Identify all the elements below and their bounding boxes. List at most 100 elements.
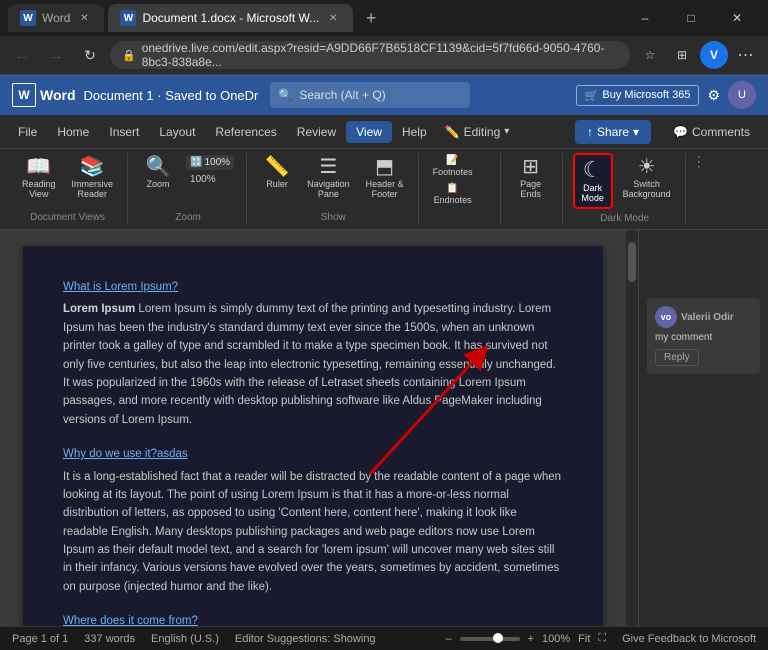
comments-button[interactable]: 💬 Comments [663,121,760,143]
ruler-icon: 📏 [265,157,290,177]
fullscreen-icon[interactable]: ⛶ [598,632,606,645]
endnotes-label: Endnotes [434,195,472,205]
zoom-value-button[interactable]: 100% [186,172,234,187]
dark-mode-group-label: Dark Mode [573,213,677,226]
switch-background-label: SwitchBackground [623,179,671,199]
tab-document[interactable]: W Document 1.docx - Microsoft W... ✕ [108,4,353,32]
tab-word[interactable]: W Word ✕ [8,4,104,32]
zoom-minus-button[interactable]: – [445,633,451,645]
search-box[interactable]: 🔍 Search (Alt + Q) [270,82,470,108]
zoom-100-label: 100% [205,157,231,168]
tab-file[interactable]: File [8,121,47,143]
footnotes-button[interactable]: 📝 Footnotes [429,153,477,179]
scrollbar-thumb[interactable] [628,242,636,282]
zoom-items: 🔍 Zoom 🔡 100% 100% [138,153,238,212]
show-items: 📏 Ruler ☰ NavigationPane ⬒ Header &Foote… [257,153,410,212]
doc-section-2: Why do we use it?asdas It is a long-esta… [63,445,563,596]
comment-text: my comment [655,332,752,343]
buy-icon: 🛒 [585,89,599,102]
page-ends-button[interactable]: ⊞ PageEnds [511,153,551,203]
page-movement-items: ⊞ PageEnds [511,153,551,223]
forward-button[interactable]: → [42,41,70,69]
navigation-pane-button[interactable]: ☰ NavigationPane [301,153,356,203]
ruler-button[interactable]: 📏 Ruler [257,153,297,193]
section3-title[interactable]: Where does it come from? [63,612,563,626]
tab-insert[interactable]: Insert [99,121,149,143]
immersive-reader-button[interactable]: 📚 ImmersiveReader [66,153,120,203]
switch-bg-icon: ☀ [638,157,656,177]
page-count: Page 1 of 1 [12,633,68,645]
address-bar: ← → ↻ 🔒 onedrive.live.com/edit.aspx?resi… [0,36,768,74]
minimize-button[interactable]: – [622,0,668,36]
word-logo-icon: W [12,83,36,107]
search-icon: 🔍 [278,88,293,102]
zoom-icon: 🔍 [146,157,171,177]
reload-button[interactable]: ↻ [76,41,104,69]
editing-chevron[interactable]: ▾ [504,126,509,137]
ribbon-group-show: 📏 Ruler ☰ NavigationPane ⬒ Header &Foote… [249,153,419,225]
section1-title[interactable]: What is Lorem Ipsum? [63,278,563,296]
ribbon-group-dark-mode: ☾ DarkMode ☀ SwitchBackground Dark Mode [565,153,686,225]
footnotes-label: Footnotes [433,167,473,177]
back-button[interactable]: ← [8,41,36,69]
more-button[interactable]: ⋯ [732,41,760,69]
profile-button[interactable]: V [700,41,728,69]
ribbon-content: 📖 ReadingView 📚 ImmersiveReader Document… [0,149,768,229]
avatar-button[interactable]: U [728,81,756,109]
dark-mode-label: DarkMode [581,183,604,203]
endnotes-button[interactable]: 📋 Endnotes [429,181,477,207]
tab-view[interactable]: View [346,121,392,143]
comments-icon: 💬 [673,125,688,139]
zoom-button[interactable]: 🔍 Zoom [138,153,178,193]
tab-references[interactable]: References [205,121,286,143]
tab-layout[interactable]: Layout [149,121,205,143]
settings-button[interactable]: ⚙ [707,87,720,104]
tab-document-close[interactable]: ✕ [325,10,341,26]
maximize-button[interactable]: □ [668,0,714,36]
section2-title[interactable]: Why do we use it?asdas [63,445,563,463]
reading-view-button[interactable]: 📖 ReadingView [16,153,62,203]
zoom-label: Zoom [138,212,238,225]
section1-body: Lorem Ipsum Lorem Ipsum is simply dummy … [63,300,563,429]
tab-word-close[interactable]: ✕ [76,10,92,26]
document-views-label: Document Views [16,212,119,225]
switch-background-button[interactable]: ☀ SwitchBackground [617,153,677,203]
doc-section-1: What is Lorem Ipsum? Lorem Ipsum Lorem I… [63,278,563,429]
header-footer-button[interactable]: ⬒ Header &Footer [360,153,410,203]
tab-home[interactable]: Home [47,121,99,143]
zoom-plus-button[interactable]: + [528,633,534,645]
more-ribbon-button[interactable]: ⋮ [688,153,710,225]
tab-help[interactable]: Help [392,121,437,143]
vertical-scrollbar[interactable] [626,230,638,626]
dark-mode-button[interactable]: ☾ DarkMode [573,153,613,209]
reply-button[interactable]: Reply [655,349,699,366]
doc-scroll-area[interactable]: What is Lorem Ipsum? Lorem Ipsum Lorem I… [0,230,626,626]
share-button[interactable]: ↑ Share ▾ [575,120,651,144]
zoom-slider-container[interactable] [460,637,520,641]
show-label: Show [257,212,410,225]
buy-label: Buy Microsoft 365 [602,89,690,101]
reading-view-icon: 📖 [26,157,51,177]
star-button[interactable]: ☆ [636,41,664,69]
ribbon: File Home Insert Layout References Revie… [0,115,768,230]
word-header-right: 🛒 Buy Microsoft 365 ⚙ U [576,81,756,109]
share-chevron: ▾ [633,125,639,139]
tab-review[interactable]: Review [287,121,346,143]
share-label: Share [597,125,629,139]
buy-button[interactable]: 🛒 Buy Microsoft 365 [576,85,700,106]
footnotes-icon: 📝 [446,155,458,166]
extension-button[interactable]: ⊞ [668,41,696,69]
zoom-slider[interactable] [460,637,520,641]
new-tab-button[interactable]: + [357,4,385,32]
browser-actions: ☆ ⊞ V ⋯ [636,41,760,69]
doc-title: Document 1 · Saved to OneDr [84,88,259,103]
feedback-label[interactable]: Give Feedback to Microsoft [622,633,756,645]
commenter-avatar: vo [655,306,677,328]
endnotes-icon: 📋 [446,183,458,194]
url-input[interactable]: 🔒 onedrive.live.com/edit.aspx?resid=A9DD… [110,41,630,69]
fit-button[interactable]: Fit [578,633,590,645]
section2-body: It is a long-established fact that a rea… [63,468,563,597]
zoom-100-button[interactable]: 🔡 100% [186,155,234,170]
close-button[interactable]: ✕ [714,0,760,36]
immersive-reader-label: ImmersiveReader [72,179,114,199]
